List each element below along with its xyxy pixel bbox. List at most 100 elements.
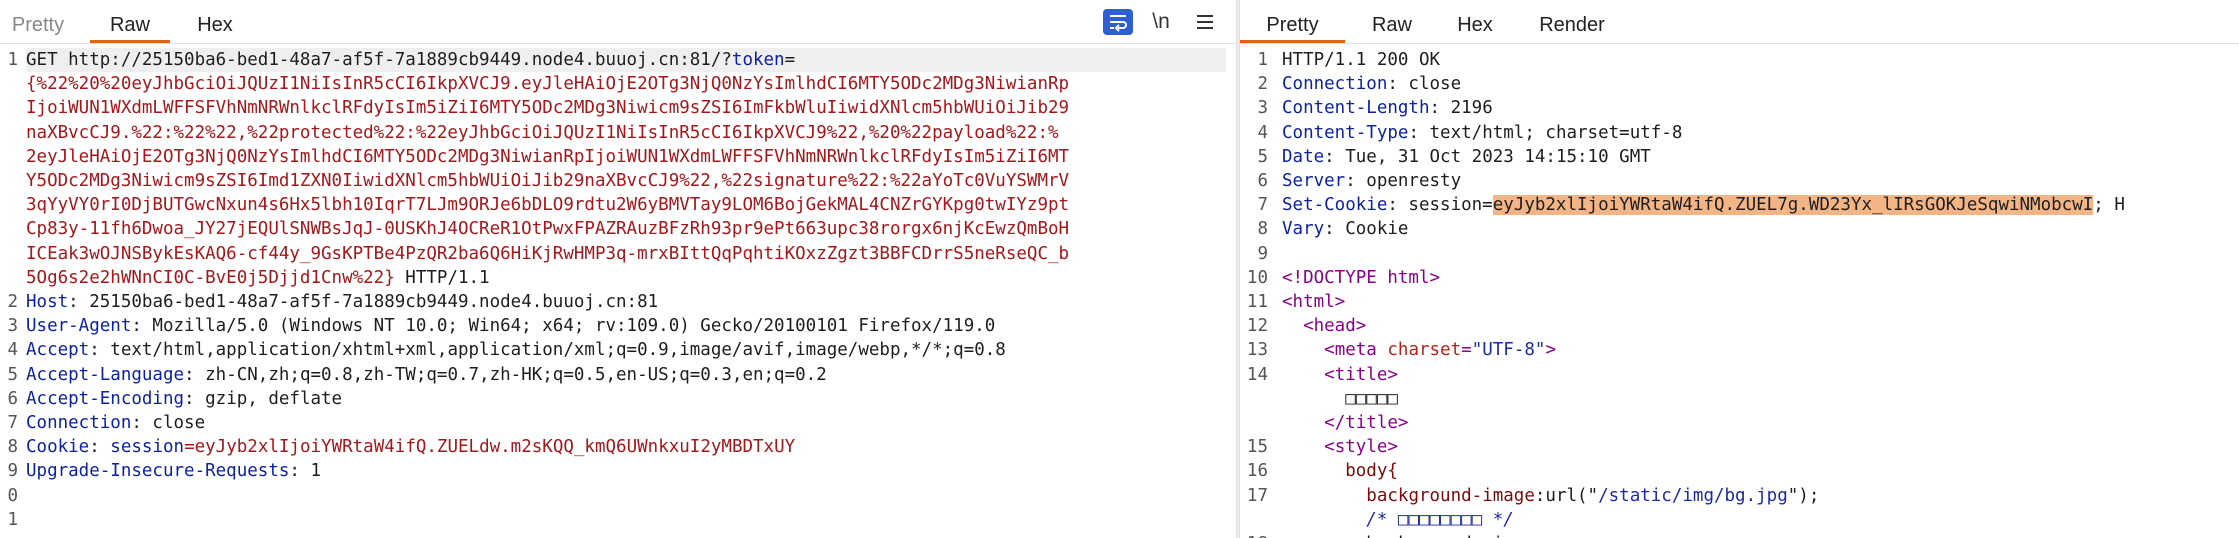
line-number [0,96,18,120]
code-token: Accept-Encoding [26,388,185,409]
code-token: ICEak3wOJNSBykEsKAQ6-cf44y_9GsKPTBe4PzQR… [26,243,1070,264]
code-token: naXBvcCJ9.%22:%22%22,%22protected%22:%22… [26,122,1059,143]
code-token: Content-Type [1282,122,1409,143]
code-token: Connection [26,413,132,433]
code-line: Content-Type: text/html; charset=utf-8 [1282,121,1682,145]
tab-response-hex[interactable]: Hex [1442,0,1508,43]
tab-request-pretty[interactable]: Pretty [0,0,76,43]
word-wrap-icon-glyph [1110,15,1127,32]
line-number: 1 [7,50,18,70]
code-token: Vary [1282,219,1325,240]
line-number: 10 [1246,267,1268,288]
code-token: : Tue, 31 Oct 2023 14:15:10 GMT [1324,146,1651,167]
code-line: Accept-Language: zh-CN,zh;q=0.8,zh-TW;q=… [26,363,827,387]
code-token: User-Agent [26,316,132,337]
code-token: /* □□□□□□□□ */ [1366,509,1514,530]
code-line: /* □□□□□□□□ */ [1282,508,1514,532]
code-token: IjoiWUN1WXdmLWFFSFVhNmNRWnlkclRFdyIsIm5i… [26,98,1070,119]
code-line: GET http://25150ba6-bed1-48a7-af5f-7a188… [26,48,1226,73]
code-line: HTTP/1.1 200 OK [1282,48,1440,72]
code-token: background-image [1366,485,1535,506]
tab-request-hex[interactable]: Hex [180,0,250,43]
code-token: /static/img/bg.jpg [1598,485,1788,506]
code-token: 2eyJleHAiOjE2OTg3NjQ0NzYsImlhdCI6MTY5ODc… [26,146,1070,167]
line-number: 18 [1240,532,1268,538]
line-number: 6 [1257,171,1268,191]
code-token: 5Og6s2e2hWNnCI0C-BvE0j5Djjd1Cnw%22} [26,267,395,288]
code-line: naXBvcCJ9.%22:%22%22,%22protected%22:%22… [26,121,1059,145]
tab-response-pretty[interactable]: Pretty [1240,0,1345,43]
line-number [0,169,18,193]
hamburger-menu-icon-glyph [1197,15,1213,29]
tab-response-raw[interactable]: Raw [1358,0,1426,43]
code-line: 3qYyVY0rI0DjBUTGwcNxun4s6Hx5lbh10IqrT7LJ… [26,193,1069,217]
code-token: : 25150ba6-bed1-48a7-af5f-7a1889cb9449.n… [68,292,659,312]
code-token: Connection [1282,74,1388,95]
line-number [1240,411,1268,435]
response-pane: Pretty Raw Hex Render 1 HTTP/1.1 200 OK 2 C… [1240,0,2239,538]
code-token: : openresty [1345,171,1462,191]
code-line: □□□□□ [1282,387,1398,411]
line-number: 8 [1257,219,1268,240]
code-line: Vary: Cookie [1282,217,1408,241]
code-line: Connection: close [26,411,205,435]
line-number: 3 [1257,98,1268,119]
request-text-editor[interactable]: 1 GET http://25150ba6-bed1-48a7-af5f-7a18… [0,46,1236,538]
code-token: : 1 [289,461,322,482]
code-line: IjoiWUN1WXdmLWFFSFVhNmNRWnlkclRFdyIsIm5i… [26,96,1069,120]
tab-request-raw[interactable]: Raw [90,0,170,43]
code-line: Set-Cookie: session=eyJyb2xlIjoiYWRtaW4i… [1282,193,2125,217]
code-token: : text/html; charset=utf-8 [1408,122,1683,143]
line-number: 9 [7,461,18,482]
code-line: <style> [1282,435,1398,459]
line-number [1240,508,1268,532]
hamburger-menu-icon[interactable] [1192,9,1218,35]
line-number: 5 [7,364,18,385]
line-number: 5 [1257,146,1268,167]
code-line: <html> [1282,290,1345,314]
tab-response-render[interactable]: Render [1522,0,1622,43]
code-token: eyJyb2xlIjoiYWRtaW4ifQ.ZUELdw.m2sKQQ_kmQ… [194,437,796,458]
line-number: 1 [7,509,18,530]
line-number [0,193,18,217]
code-token: = [184,437,195,458]
line-number [1240,387,1268,411]
code-line: 2eyJleHAiOjE2OTg3NjQ0NzYsImlhdCI6MTY5ODc… [26,145,1069,169]
code-token: 3qYyVY0rI0DjBUTGwcNxun4s6Hx5lbh10IqrT7LJ… [26,195,1070,216]
code-token: token [731,50,785,70]
word-wrap-icon[interactable] [1103,9,1133,35]
code-token: "); [1787,485,1820,506]
code-token: <meta [1324,340,1388,361]
code-token: : close [1387,74,1462,95]
code-token: Cp83y-11fh6Dwoa_JY27jEQUlSNWBsJqJ-0USKhJ… [26,219,1070,240]
code-line: Server: openresty [1282,169,1461,193]
code-token: Host [26,292,69,312]
code-token: : zh-CN,zh;q=0.8,zh-TW;q=0.7,zh-HK;q=0.5… [184,364,827,385]
code-token: : gzip, deflate [184,388,343,409]
code-line: <title> [1282,363,1398,387]
code-token: body{ [1345,461,1398,482]
code-token: Accept [26,340,90,361]
code-token: <!DOCTYPE html> [1282,267,1441,288]
code-line: <head> [1282,314,1366,338]
line-number: 13 [1246,340,1268,361]
response-text-editor[interactable]: 1 HTTP/1.1 200 OK 2 Connection: close 3 Conte… [1240,46,2239,538]
code-token: GET http://25150ba6-bed1-48a7-af5f-7a188… [26,50,732,70]
show-newlines-button[interactable]: \n [1147,9,1175,35]
line-number: 2 [7,292,18,312]
code-token: :url(" [1534,485,1599,506]
line-number: 9 [1257,243,1268,264]
code-token: HTTP/1.1 [394,267,490,288]
code-token: ; H [2093,195,2125,216]
code-token: Accept-Language [26,364,185,385]
code-token: : session= [1387,195,1493,216]
code-token: □□□□□ [1282,388,1398,409]
code-token: <title> [1324,364,1398,385]
line-number [0,217,18,241]
code-token: : Mozilla/5.0 (Windows NT 10.0; Win64; x… [131,316,996,337]
code-line: Accept: text/html,application/xhtml+xml,… [26,338,1006,362]
